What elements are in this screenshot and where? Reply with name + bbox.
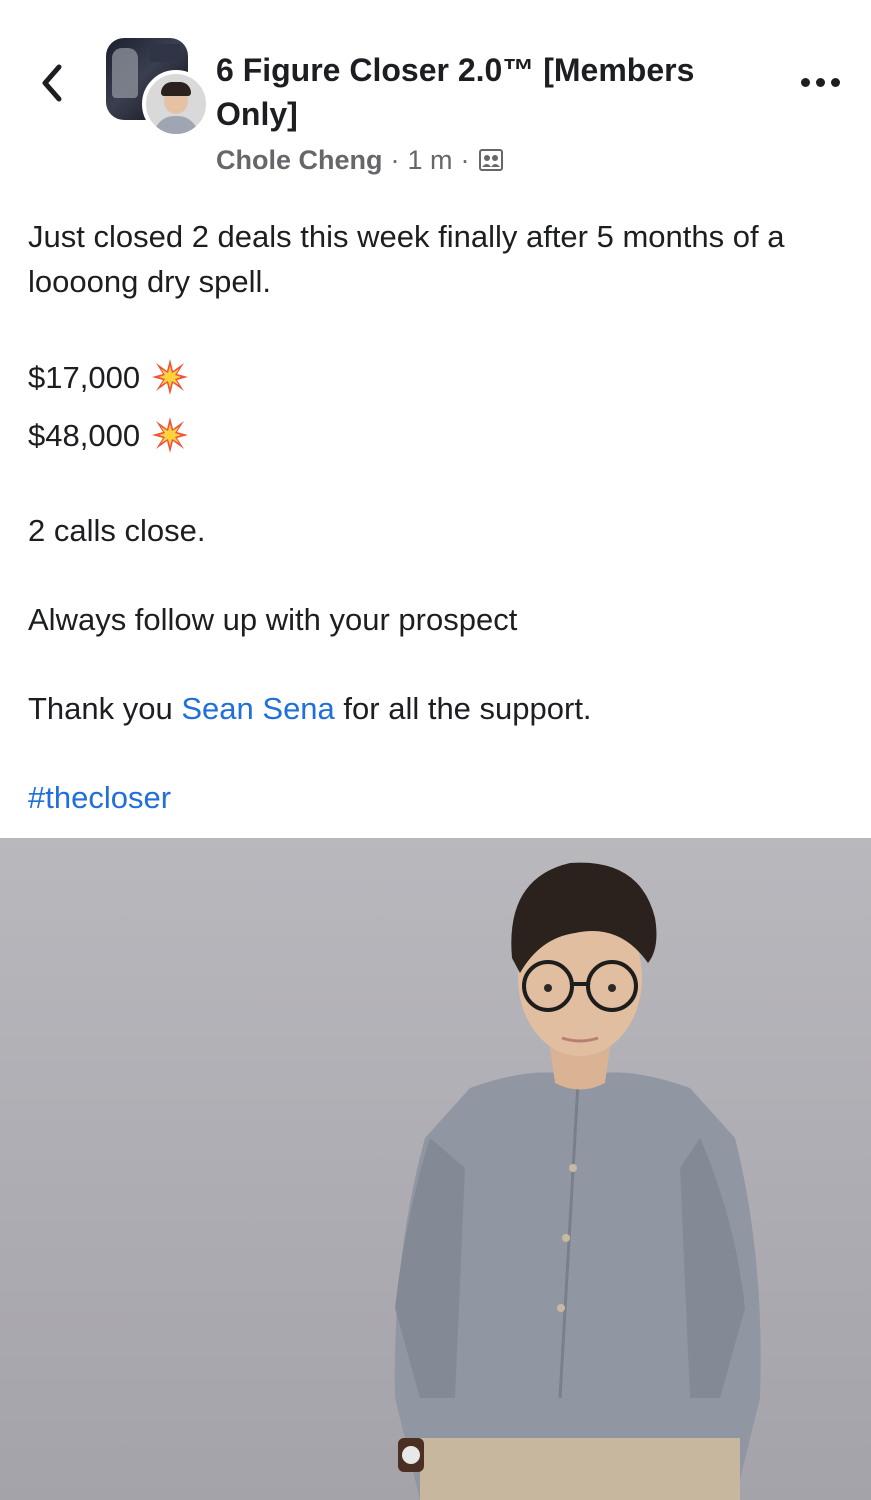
deal-amount-line: $17,000 (28, 348, 843, 406)
person-portrait-image (394, 862, 761, 1500)
meta-separator: · (390, 144, 400, 175)
more-options-button[interactable] (792, 60, 848, 104)
meta-separator: · (460, 144, 470, 175)
post-photo[interactable] (0, 838, 871, 1500)
deal-amount: $48,000 (28, 417, 141, 453)
group-name-link[interactable]: 6 Figure Closer 2.0™ [Members Only] (216, 48, 756, 136)
thanks-suffix: for all the support. (334, 691, 592, 726)
more-dot (815, 77, 825, 87)
post-body: Just closed 2 deals this week finally af… (28, 214, 843, 820)
hashtag-link[interactable]: #thecloser (28, 780, 171, 815)
back-button[interactable] (30, 58, 74, 108)
collision-icon (152, 359, 189, 395)
deal-amount: $17,000 (28, 359, 141, 395)
post-meta: Chole Cheng · 1 m · (216, 140, 504, 180)
author-name-link[interactable]: Chole Cheng (216, 145, 383, 176)
members-group-icon (478, 149, 503, 171)
post-intro-text: Just closed 2 deals this week finally af… (28, 219, 785, 299)
collision-icon (152, 417, 189, 453)
post-calls-text: 2 calls close. (28, 513, 206, 548)
user-avatar[interactable] (142, 70, 210, 138)
mention-link[interactable]: Sean Sena (181, 691, 334, 726)
post-header: 6 Figure Closer 2.0™ [Members Only] Chol… (0, 0, 871, 190)
chevron-left-icon (42, 64, 62, 102)
more-dot (830, 77, 840, 87)
thanks-prefix: Thank you (28, 691, 182, 726)
more-dot (800, 77, 810, 87)
post-thanks-text: Thank you Sean Sena for all the support. (28, 686, 843, 731)
avatar-stack[interactable] (106, 38, 210, 138)
post-time[interactable]: 1 m (408, 145, 453, 176)
deal-amount-line: $48,000 (28, 406, 843, 464)
post-advice-text: Always follow up with your prospect (28, 602, 518, 637)
